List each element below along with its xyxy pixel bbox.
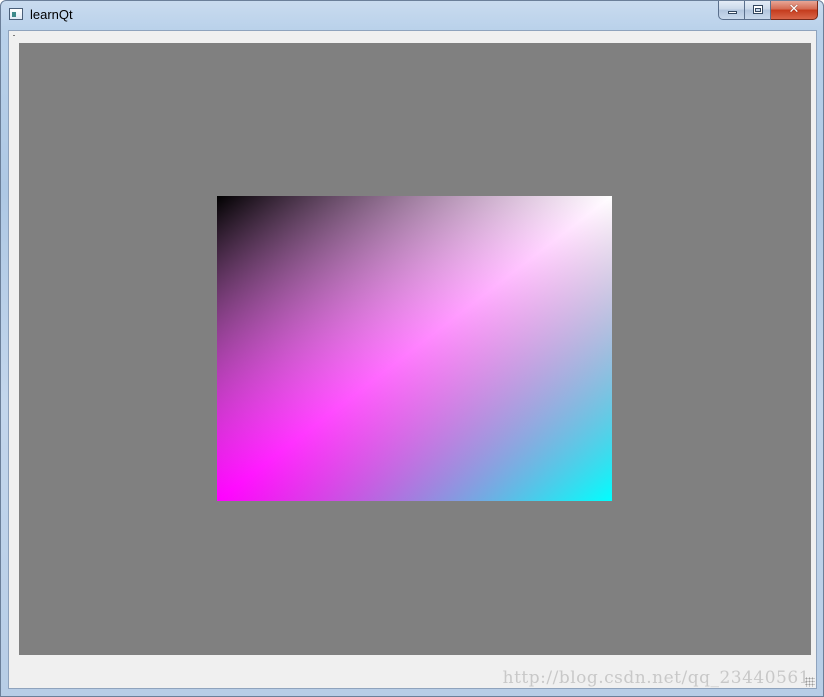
app-window: learnQt ✕ http://blog.csdn.net/qq_234405… bbox=[0, 0, 824, 697]
app-icon[interactable] bbox=[9, 8, 23, 20]
client-area: http://blog.csdn.net/qq_23440561 bbox=[8, 30, 817, 689]
title-bar[interactable]: learnQt ✕ bbox=[1, 1, 823, 30]
graphics-view[interactable] bbox=[19, 43, 811, 655]
close-button[interactable]: ✕ bbox=[771, 1, 818, 20]
maximize-button[interactable] bbox=[745, 1, 771, 20]
resize-grip[interactable] bbox=[805, 677, 815, 687]
watermark-text: http://blog.csdn.net/qq_23440561 bbox=[502, 668, 810, 688]
menu-bar-handle bbox=[13, 35, 15, 36]
caption-buttons: ✕ bbox=[718, 1, 818, 21]
maximize-icon bbox=[753, 5, 763, 14]
close-icon: ✕ bbox=[788, 2, 800, 17]
minimize-icon bbox=[728, 11, 737, 14]
minimize-button[interactable] bbox=[718, 1, 745, 20]
menu-bar[interactable] bbox=[9, 31, 816, 41]
gradient-svg bbox=[217, 196, 612, 501]
gradient-rectangle bbox=[217, 196, 612, 501]
window-title: learnQt bbox=[30, 7, 73, 22]
